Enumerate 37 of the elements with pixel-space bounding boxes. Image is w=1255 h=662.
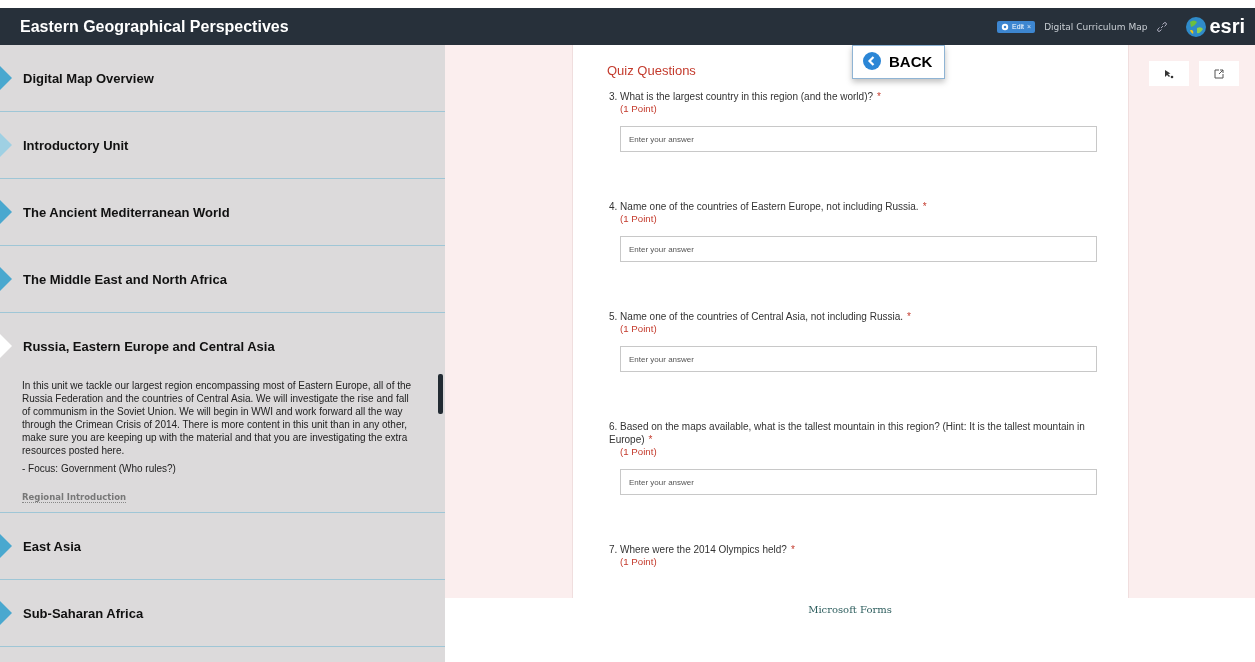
- link-icon[interactable]: [1156, 20, 1169, 33]
- cursor-icon: [1164, 68, 1174, 79]
- external-link-icon: [1214, 68, 1224, 79]
- sidebar-item[interactable]: Digital Map Overview: [0, 45, 445, 111]
- section-title: Quiz Questions: [607, 63, 697, 78]
- sidebar-item[interactable]: Introductory Unit: [0, 112, 445, 178]
- scrollbar-thumb[interactable]: [438, 374, 443, 414]
- answer-field[interactable]: Enter your answer: [620, 469, 1097, 495]
- answer-field[interactable]: Enter your answer: [620, 126, 1097, 152]
- question-text: 4. Name one of the countries of Eastern Europe, not including Russia. *: [609, 200, 928, 213]
- sidebar-item[interactable]: Russia, Eastern Europe and Central Asia: [0, 313, 445, 379]
- map-title: Digital Curriculum Map: [1044, 21, 1148, 32]
- question-text: 3. What is the largest country in this region (and the world)? *: [609, 90, 882, 103]
- sidebar-item[interactable]: Sub-Saharan Africa: [0, 580, 445, 646]
- logo-text: esri: [1209, 15, 1245, 38]
- points-label: (1 Point): [619, 103, 658, 114]
- sidebar-item[interactable]: The Ancient Mediterranean World: [0, 179, 445, 245]
- unit-description: In this unit we tackle our largest region encompassing most of Eastern Europe, all of the Russia Federation and the countries of Central Asia. We will investigate the rise and fall of communism in the Soviet Union. We will begin in WWI and work forward all the way through the Crimean Crisis of 2014. There is more content in this unit than in any other, make sure you are keeping up with the material and that you are investigating the extra resources posted here.: [22, 379, 413, 457]
- points-label: (1 Point): [619, 213, 658, 224]
- points-label: (1 Point): [619, 323, 658, 334]
- sidebar-item[interactable]: East Asia: [0, 513, 445, 579]
- app-title: Eastern Geographical Perspectives: [20, 17, 289, 36]
- question-text: 5. Name one of the countries of Central Asia, not including Russia. *: [609, 310, 912, 323]
- select-tool-button[interactable]: [1149, 61, 1189, 86]
- back-button[interactable]: BACK: [852, 45, 946, 79]
- points-label: (1 Point): [619, 556, 658, 567]
- question-text: 6. Based on the maps available, what is the tallest mountain in this region? (Hint: It is the tallest mountain in Europe) *: [609, 420, 1086, 446]
- answer-field[interactable]: Enter your answer: [620, 236, 1097, 262]
- globe-icon: [1185, 15, 1208, 38]
- sidebar-item[interactable]: The Middle East and North Africa: [0, 246, 445, 312]
- answer-field[interactable]: Enter your answer: [620, 346, 1097, 372]
- gear-icon: [1001, 22, 1009, 31]
- focus-text: - Focus: Government (Who rules?): [22, 462, 177, 475]
- footer-text: Microsoft Forms: [808, 604, 892, 617]
- chevron-left-icon: [863, 52, 881, 70]
- question-text: 7. Where were the 2014 Olympics held? *: [609, 543, 796, 556]
- points-label: (1 Point): [619, 446, 658, 457]
